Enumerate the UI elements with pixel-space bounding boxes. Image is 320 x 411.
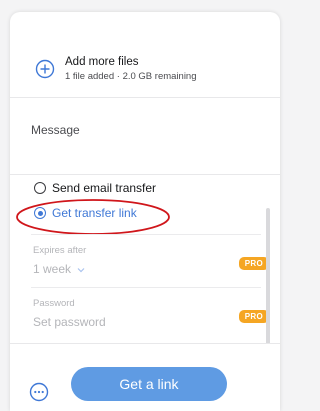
get-link-button[interactable]: Get a link [71, 367, 227, 401]
expires-after-field[interactable]: Expires after 1 week PRO [31, 234, 269, 287]
more-options-icon[interactable] [29, 382, 49, 402]
plus-circle-icon[interactable] [35, 59, 55, 79]
expires-label: Expires after [33, 245, 87, 256]
send-email-label: Send email transfer [52, 181, 157, 195]
transfer-panel: Add more files 1 file added · 2.0 GB rem… [10, 12, 280, 411]
files-status: 1 file added · 2.0 GB remaining [65, 71, 197, 82]
message-field[interactable]: Message [10, 98, 280, 175]
password-input[interactable]: Set password [33, 315, 106, 329]
password-label: Password [33, 298, 75, 309]
pro-badge: PRO [238, 310, 269, 323]
scrollbar[interactable] [266, 208, 270, 346]
add-files-label[interactable]: Add more files [65, 56, 139, 68]
get-link-label: Get transfer link [52, 206, 137, 220]
expires-value[interactable]: 1 week [33, 262, 85, 276]
option-send-email[interactable]: Send email transfer [34, 179, 156, 197]
message-placeholder: Message [31, 123, 80, 137]
option-get-link[interactable]: Get transfer link [34, 204, 137, 222]
pro-badge: PRO [238, 257, 269, 270]
password-field[interactable]: Password Set password PRO [31, 287, 269, 340]
chevron-down-icon [77, 267, 85, 273]
upload-section: Add more files 1 file added · 2.0 GB rem… [10, 12, 280, 98]
radio-send-email[interactable] [34, 182, 46, 194]
radio-get-link[interactable] [34, 207, 46, 219]
